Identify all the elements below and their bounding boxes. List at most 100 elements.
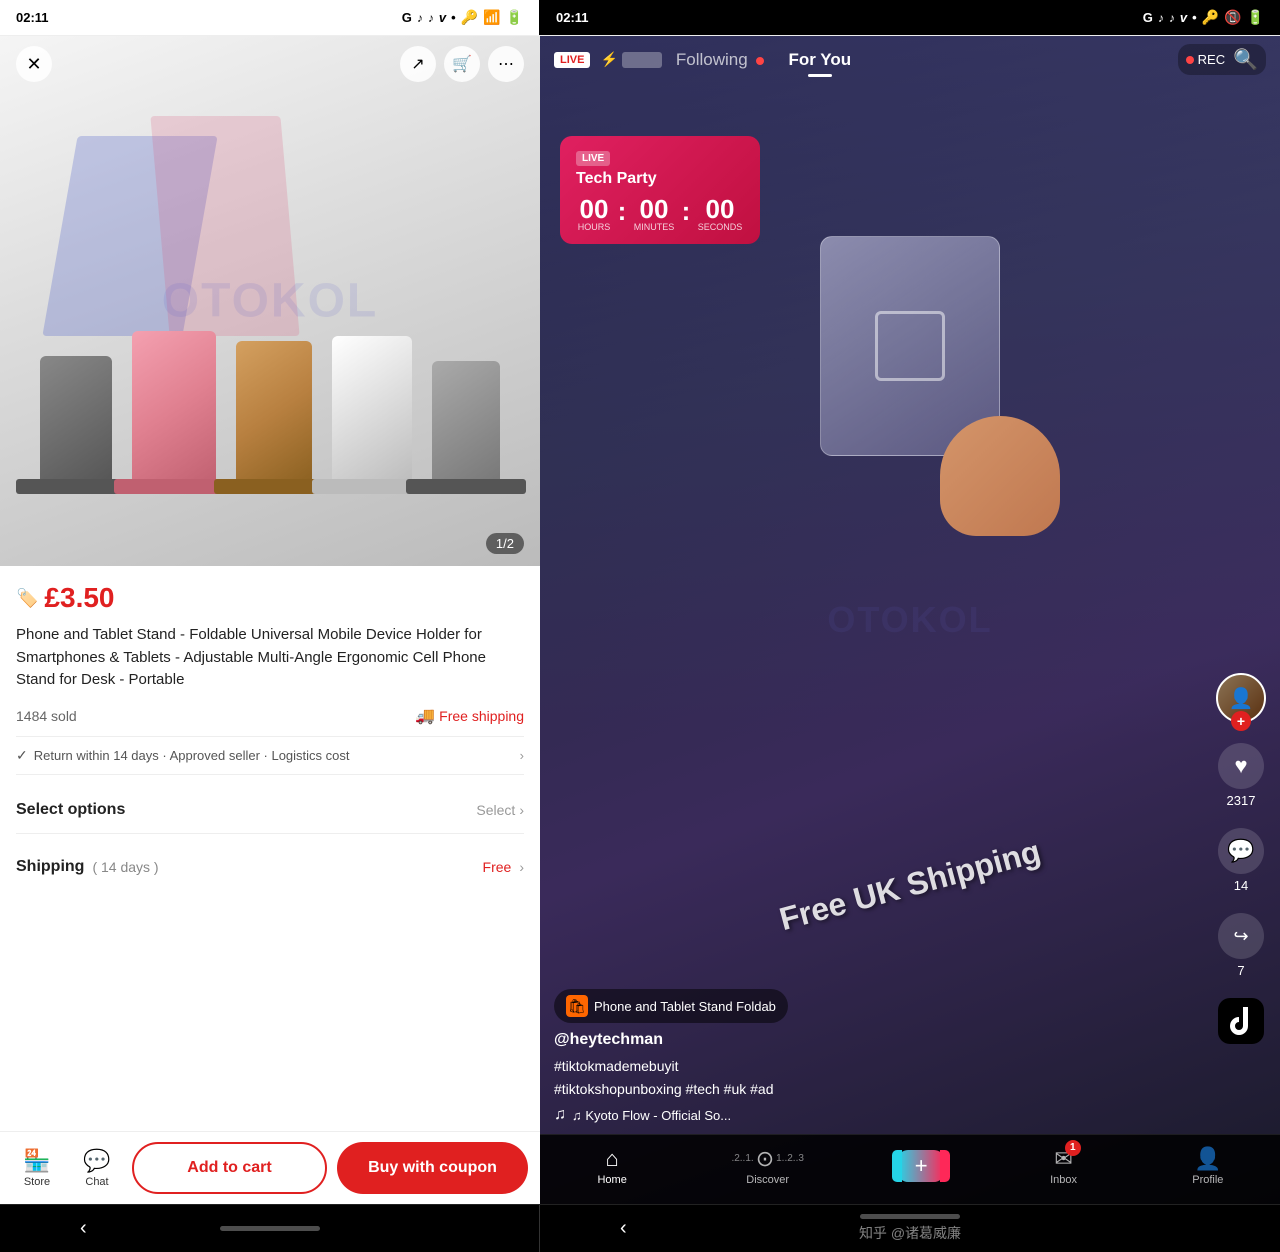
discover-numbers-left: .2..1. <box>731 1153 753 1164</box>
product-title: Phone and Tablet Stand - Foldable Univer… <box>16 624 524 692</box>
creator-username[interactable]: @heytechman <box>554 1031 1200 1049</box>
return-check-icon: ✓ <box>16 747 28 764</box>
product-chip-text: Phone and Tablet Stand Foldab <box>594 999 776 1014</box>
phone-nav-left: ‹ ‹ <box>0 1205 540 1252</box>
comment-count: 14 <box>1234 878 1248 893</box>
battery-icon-r: 🔋 <box>1247 9 1264 26</box>
tech-party-title: Tech Party <box>576 170 744 188</box>
lightning-icon: ⚡ <box>600 51 617 68</box>
chat-button[interactable]: 💬 Chat <box>72 1148 122 1188</box>
seconds-label: SECONDS <box>698 222 743 232</box>
cart-button[interactable]: 🛒 <box>444 46 480 82</box>
live-tab-badge[interactable]: LIVE <box>554 52 590 68</box>
shipping-days: ( 14 days ) <box>92 859 158 875</box>
music-info: ♫ ♫ Kyoto Flow - Official So... <box>554 1106 1200 1124</box>
music-text: ♫ Kyoto Flow - Official So... <box>572 1108 731 1123</box>
hours-value: 00 <box>578 196 611 222</box>
share-button-tiktok[interactable]: ↪ 7 <box>1218 913 1264 978</box>
g-icon: G <box>402 10 412 25</box>
shipping-row[interactable]: Shipping ( 14 days ) Free › <box>16 846 524 888</box>
nav-home[interactable]: ⌂ Home <box>587 1146 637 1186</box>
hours-label: HOURS <box>578 222 611 232</box>
store-button[interactable]: 🏪 Store <box>12 1148 62 1188</box>
image-counter: 1/2 <box>486 533 524 554</box>
add-to-cart-button[interactable]: Add to cart <box>132 1142 327 1194</box>
sold-count: 1484 sold <box>16 708 77 724</box>
select-action-text: Select <box>476 802 515 818</box>
rec-indicator: REC 🔍 <box>1178 44 1266 75</box>
nav-discover[interactable]: .2..1. ⊙ 1..2..3 Discover <box>731 1146 804 1186</box>
time-right: 02:11 <box>556 10 589 25</box>
tiktok-screen: OTOKOL Free UK Shipping LIVE Tech Party … <box>540 36 1280 1204</box>
home-pill-right[interactable] <box>860 1214 960 1219</box>
shipping-truck-icon: 🚚 <box>415 706 435 726</box>
product-chip[interactable]: 🛍 Phone and Tablet Stand Foldab <box>554 989 788 1023</box>
music-icon: ♫ <box>554 1106 566 1124</box>
time-left: 02:11 <box>16 10 49 25</box>
discover-numbers-right: 1..2..3 <box>776 1153 804 1164</box>
signal-dot: • <box>451 10 456 25</box>
tiktok-side-actions: 👤 + ♥ 2317 💬 14 ↪ 7 <box>1216 673 1266 1044</box>
price-tag-icon: 🏷️ <box>16 588 38 609</box>
product-price: £3.50 <box>44 582 114 614</box>
status-bar-left: 02:11 G ♪ ♪ v • 🔑 📶 🔋 <box>0 0 540 35</box>
share-arrow-icon: ↪ <box>1218 913 1264 959</box>
tab-following[interactable]: Following <box>666 46 775 74</box>
video-hashtags: #tiktokmademebuyit #tiktokshopunboxing #… <box>554 1055 1200 1100</box>
heart-icon: ♥ <box>1218 743 1264 789</box>
product-image: OTOKOL 1/2 <box>0 36 540 566</box>
v-icon-r: v <box>1180 10 1187 25</box>
store-label: Store <box>24 1176 50 1188</box>
wifi-icon: 📶 <box>483 9 500 26</box>
tiktok-icon1: ♪ <box>417 11 423 25</box>
shipping-chevron-icon: › <box>519 859 524 875</box>
home-pill-left[interactable] <box>220 1226 320 1231</box>
tiktok-icon-r2: ♪ <box>1169 11 1175 25</box>
minutes-value: 00 <box>634 196 675 222</box>
phone-nav-right: ‹ 知乎 @诸葛威廉 ‹ <box>540 1205 1280 1252</box>
minutes-label: MINUTES <box>634 222 675 232</box>
comment-icon: 💬 <box>1218 828 1264 874</box>
creator-avatar[interactable]: 👤 + <box>1216 673 1266 723</box>
tiktok-video: OTOKOL Free UK Shipping LIVE Tech Party … <box>540 36 1280 1204</box>
tiktok-logo-button[interactable] <box>1218 998 1264 1044</box>
return-policy-text: Return within 14 days · Approved seller … <box>34 748 350 763</box>
more-button[interactable]: ⋯ <box>488 46 524 82</box>
sold-shipping-row: 1484 sold 🚚 Free shipping <box>16 706 524 726</box>
inbox-label: Inbox <box>1050 1174 1077 1186</box>
select-chevron-icon: › <box>519 802 524 818</box>
comment-button[interactable]: 💬 14 <box>1218 828 1264 893</box>
select-options-row[interactable]: Select options Select › <box>16 787 524 834</box>
inbox-badge-count: 1 <box>1065 1140 1081 1156</box>
status-icons-left: G ♪ ♪ v • 🔑 📶 🔋 <box>402 9 523 26</box>
follow-plus-button[interactable]: + <box>1231 711 1251 731</box>
chat-icon: 💬 <box>83 1148 110 1174</box>
share-button[interactable]: ↗ <box>400 46 436 82</box>
close-button[interactable]: ✕ <box>16 46 52 82</box>
buy-with-coupon-button[interactable]: Buy with coupon <box>337 1142 528 1194</box>
tiktok-icon2: ♪ <box>428 11 434 25</box>
home-icon: ⌂ <box>605 1146 618 1172</box>
tiktok-header: LIVE ⚡ Following For You REC 🔍 <box>540 36 1280 83</box>
back-button-right[interactable]: ‹ <box>620 1217 627 1240</box>
v-icon: v <box>439 10 446 25</box>
tab-for-you[interactable]: For You <box>778 46 861 74</box>
key-icon-r: 🔑 <box>1202 9 1219 26</box>
countdown-hours: 00 HOURS <box>578 196 611 232</box>
return-policy-row[interactable]: ✓ Return within 14 days · Approved selle… <box>16 736 524 775</box>
free-shipping-label: Free shipping <box>439 708 524 724</box>
product-screen: ✕ ↗ 🛒 ⋯ <box>0 36 540 1204</box>
nav-profile[interactable]: 👤 Profile <box>1183 1146 1233 1186</box>
like-button[interactable]: ♥ 2317 <box>1218 743 1264 808</box>
discover-label: Discover <box>746 1174 789 1186</box>
create-button[interactable]: + <box>898 1150 944 1182</box>
plus-icon: + <box>915 1153 928 1179</box>
free-uk-shipping-text: Free UK Shipping <box>776 833 1045 938</box>
profile-label: Profile <box>1192 1174 1223 1186</box>
back-button-left[interactable]: ‹ <box>80 1217 87 1240</box>
chat-label: Chat <box>85 1176 108 1188</box>
nav-inbox[interactable]: ✉ 1 Inbox <box>1039 1146 1089 1186</box>
search-icon[interactable]: 🔍 <box>1233 47 1258 72</box>
status-icons-right: G ♪ ♪ v • 🔑 📵 🔋 <box>1143 9 1264 26</box>
status-bar-right: 02:11 G ♪ ♪ v • 🔑 📵 🔋 <box>540 0 1280 35</box>
